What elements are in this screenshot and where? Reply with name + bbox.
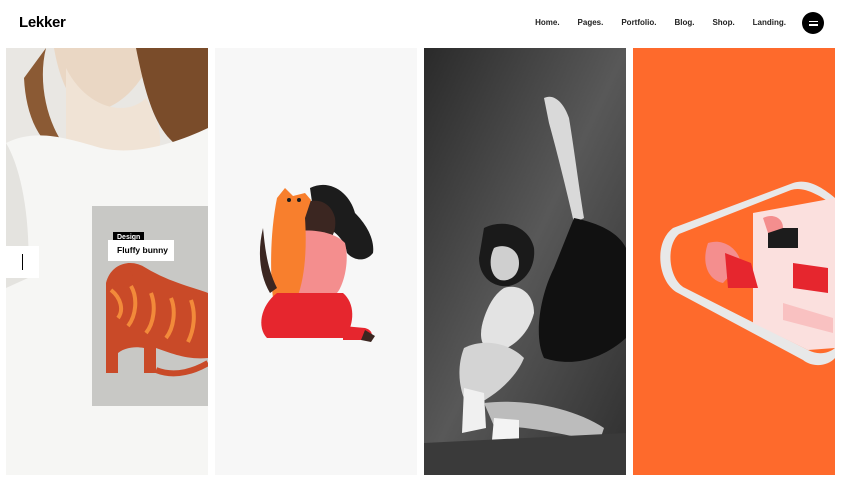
- nav-pages[interactable]: Pages.: [578, 18, 604, 27]
- nav-landing[interactable]: Landing.: [753, 18, 786, 27]
- portfolio-item-app[interactable]: [633, 48, 835, 475]
- hamburger-menu-button[interactable]: [802, 12, 824, 34]
- portfolio-item-illustration[interactable]: [215, 48, 417, 475]
- nav-blog[interactable]: Blog.: [674, 18, 694, 27]
- main-nav: Home. Pages. Portfolio. Blog. Shop. Land…: [535, 18, 786, 27]
- portfolio-item-photo[interactable]: [424, 48, 626, 475]
- site-logo[interactable]: Lekker: [19, 14, 66, 31]
- nav-home[interactable]: Home.: [535, 18, 559, 27]
- hamburger-menu-icon: [808, 20, 818, 22]
- phone-mockup-illustration: [633, 48, 835, 475]
- site-header: Lekker Home. Pages. Portfolio. Blog. Sho…: [0, 0, 842, 48]
- nav-shop[interactable]: Shop.: [712, 18, 734, 27]
- bw-portrait-photo: [424, 48, 626, 475]
- slider-handle-bar: [22, 254, 23, 270]
- woman-with-cat-illustration: [215, 48, 417, 475]
- nav-portfolio[interactable]: Portfolio.: [621, 18, 656, 27]
- item-title-label[interactable]: Fluffy bunny: [108, 240, 174, 261]
- slider-handle[interactable]: [6, 246, 39, 278]
